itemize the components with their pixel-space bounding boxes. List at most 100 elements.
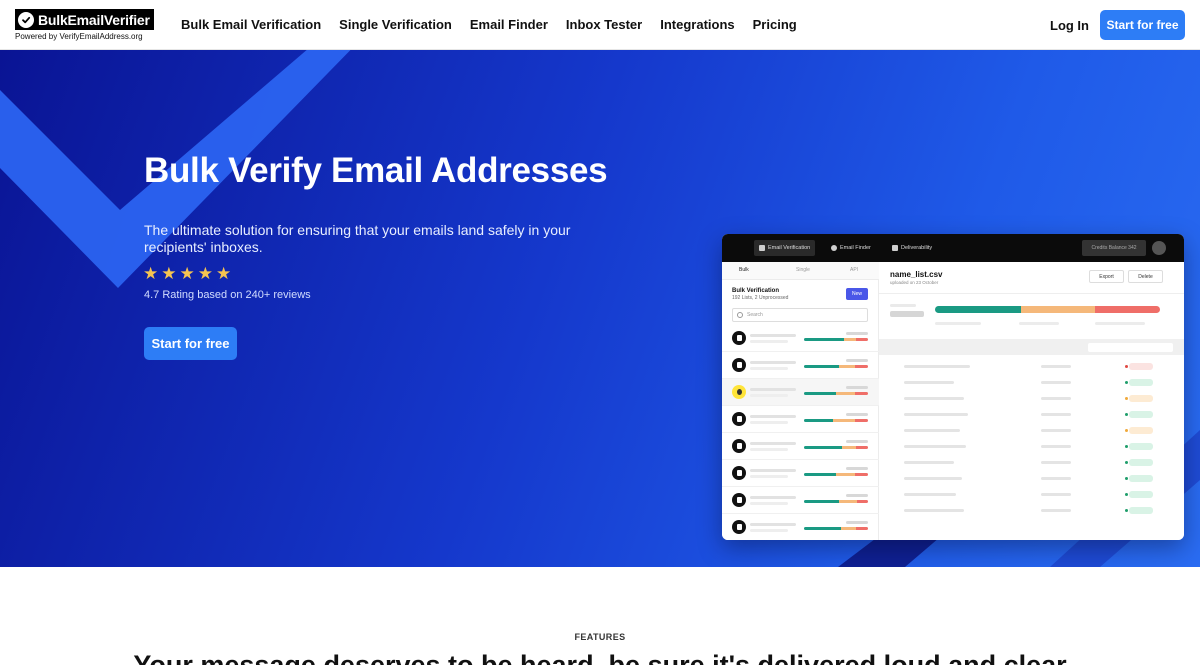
top-nav: BulkEmailVerifier Powered by VerifyEmail… (0, 0, 1200, 50)
star-icon: ★ (179, 264, 195, 283)
app-topbar: Email Verification Email Finder Delivera… (722, 234, 1184, 262)
file-icon (732, 493, 746, 507)
text-placeholder (904, 429, 960, 432)
list-item (722, 325, 879, 352)
text-placeholder (750, 361, 796, 364)
text-placeholder (904, 365, 970, 368)
status-badge (1129, 491, 1153, 498)
text-placeholder (1041, 509, 1071, 512)
text-placeholder (904, 493, 956, 496)
features-label: FEATURES (574, 632, 626, 642)
rating-stars: ★ ★ ★ ★ ★ (143, 265, 231, 283)
nav-link-pricing[interactable]: Pricing (753, 17, 797, 32)
row-result-bar (804, 419, 868, 422)
text-placeholder (1041, 397, 1071, 400)
text-placeholder (750, 529, 788, 532)
text-placeholder (1041, 429, 1071, 432)
text-placeholder (904, 413, 968, 416)
app-subtabs: Bulk Single API (722, 262, 879, 280)
file-icon (732, 385, 746, 399)
status-badge (1129, 427, 1153, 434)
export-label: Export (1099, 273, 1114, 280)
nav-link-email-finder[interactable]: Email Finder (470, 17, 548, 32)
text-placeholder (750, 496, 796, 499)
divider (879, 293, 1184, 294)
text-placeholder (750, 523, 796, 526)
table-row (879, 423, 1184, 439)
envelope-icon (759, 245, 765, 251)
logo-box: BulkEmailVerifier (15, 9, 154, 30)
nav-link-integrations[interactable]: Integrations (660, 17, 734, 32)
text-placeholder (1041, 445, 1071, 448)
text-placeholder (1041, 461, 1071, 464)
text-placeholder (1041, 365, 1071, 368)
row-result-bar (804, 500, 868, 503)
row-result-bar (804, 527, 868, 530)
text-placeholder (846, 521, 868, 524)
text-placeholder (846, 440, 868, 443)
credits-balance: Credits Balance 342 (1082, 240, 1146, 256)
text-placeholder (846, 413, 868, 416)
login-link[interactable]: Log In (1050, 18, 1089, 33)
text-placeholder (750, 421, 788, 424)
star-icon: ★ (143, 264, 159, 283)
text-placeholder (846, 332, 868, 335)
subtab-single: Single (796, 267, 810, 273)
table-row (879, 375, 1184, 391)
hero-title: Bulk Verify Email Addresses (144, 151, 608, 190)
list-item (722, 352, 879, 379)
text-placeholder (904, 445, 966, 448)
logo[interactable]: BulkEmailVerifier Powered by VerifyEmail… (15, 9, 154, 41)
text-placeholder (750, 415, 796, 418)
star-icon: ★ (197, 264, 213, 283)
text-placeholder (846, 386, 868, 389)
app-tab-label: Email Verification (768, 245, 811, 251)
text-placeholder (750, 442, 796, 445)
app-tab-label: Deliverability (901, 245, 933, 251)
list-item (722, 433, 879, 460)
app-preview: Email Verification Email Finder Delivera… (722, 234, 1184, 540)
result-breakdown-bar (935, 306, 1160, 313)
list-item (722, 379, 879, 406)
text-placeholder (904, 477, 962, 480)
list-item (722, 406, 879, 433)
table-search (1088, 343, 1173, 352)
file-icon (732, 412, 746, 426)
hero-start-free-button[interactable]: Start for free (144, 327, 237, 360)
app-tab-email-verification: Email Verification (754, 240, 816, 256)
file-icon (732, 520, 746, 534)
delete-button: Delete (1128, 270, 1163, 283)
bar-invalid (1094, 306, 1160, 313)
text-placeholder (750, 475, 788, 478)
text-placeholder (1041, 493, 1071, 496)
nav-start-free-button[interactable]: Start for free (1100, 10, 1185, 40)
status-badge (1129, 443, 1153, 450)
status-badge (1129, 507, 1153, 514)
file-icon (732, 439, 746, 453)
search-placeholder: Search (747, 312, 763, 318)
table-row (879, 455, 1184, 471)
table-row (879, 487, 1184, 503)
nav-link-bulk-email-verification[interactable]: Bulk Email Verification (181, 17, 321, 32)
row-result-bar (804, 365, 868, 368)
stat-placeholder (890, 304, 916, 307)
features-heading: Your message deserves to be heard, be su… (133, 650, 1067, 665)
stat-placeholder (890, 311, 924, 317)
stat-placeholder (1095, 322, 1145, 325)
avatar (1152, 241, 1166, 255)
stat-placeholder (935, 322, 981, 325)
star-icon: ★ (161, 264, 177, 283)
file-icon (732, 331, 746, 345)
status-dot (1125, 429, 1128, 432)
text-placeholder (846, 494, 868, 497)
table-row (879, 391, 1184, 407)
list-item (722, 514, 879, 540)
sidebar-title: Bulk Verification (732, 288, 780, 294)
text-placeholder (1041, 477, 1071, 480)
nav-link-inbox-tester[interactable]: Inbox Tester (566, 17, 642, 32)
status-dot (1125, 509, 1128, 512)
rating-text: 4.7 Rating based on 240+ reviews (144, 289, 311, 301)
text-placeholder (750, 340, 788, 343)
sidebar-subtitle: 192 Lists, 2 Unprocessed (732, 295, 789, 301)
nav-link-single-verification[interactable]: Single Verification (339, 17, 452, 32)
